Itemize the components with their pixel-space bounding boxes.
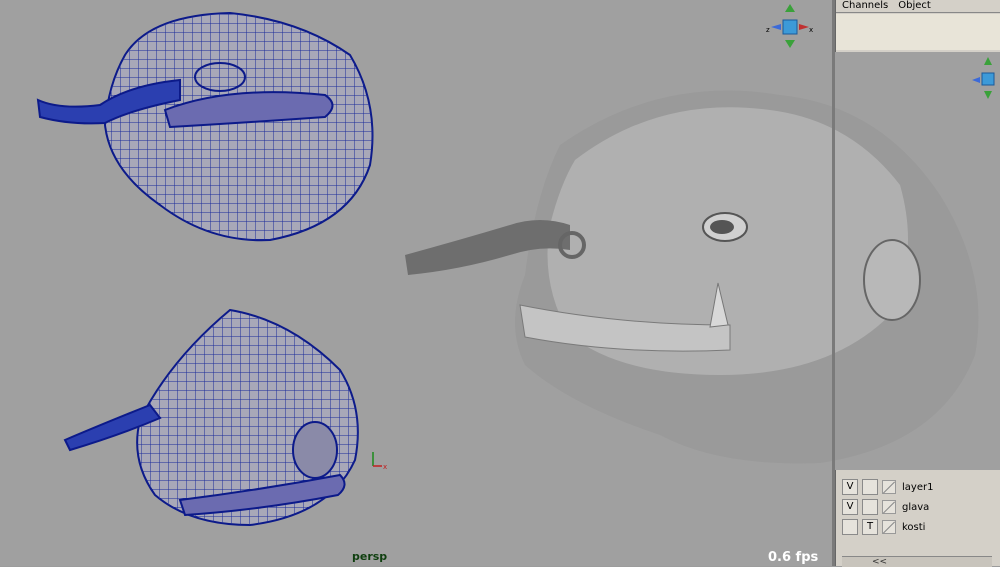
axis-gizmo-bottom: x (372, 452, 387, 471)
view-cube-icon[interactable]: z x (765, 2, 815, 52)
shaded-head-model (405, 90, 979, 464)
layer-name[interactable]: glava (902, 502, 929, 513)
channel-attributes-area (836, 14, 1000, 50)
camera-label: persp (352, 550, 388, 563)
channel-box: Channels Object (835, 0, 1000, 52)
layer-color-swatch[interactable] (882, 480, 896, 494)
layer-editor: V layer1 V glava T kosti << (835, 470, 1000, 567)
wireframe-head-top (36, 11, 374, 242)
channels-menu[interactable]: Channels (842, 0, 888, 12)
layer-template-toggle[interactable] (862, 499, 878, 515)
layer-template-toggle[interactable]: T (862, 519, 878, 535)
wireframe-head-bottom (63, 308, 359, 527)
fps-readout: 0.6 fps (768, 550, 819, 565)
layer-visibility-toggle[interactable] (842, 519, 858, 535)
layer-color-swatch[interactable] (882, 500, 896, 514)
layer-row[interactable]: T kosti (842, 518, 925, 536)
channel-box-menu: Channels Object (836, 0, 1000, 13)
view-cube-x-label: x (809, 26, 813, 34)
layer-scrollbar[interactable]: << (842, 556, 992, 567)
layer-color-swatch[interactable] (882, 520, 896, 534)
layer-row[interactable]: V layer1 (842, 478, 933, 496)
view-cube-right-icon[interactable] (970, 55, 1000, 105)
layer-name[interactable]: layer1 (902, 482, 933, 493)
view-cube-z-label: z (766, 26, 770, 34)
layer-template-toggle[interactable] (862, 479, 878, 495)
layer-visibility-toggle[interactable]: V (842, 499, 858, 515)
layer-name[interactable]: kosti (902, 522, 925, 533)
layer-visibility-toggle[interactable]: V (842, 479, 858, 495)
object-menu[interactable]: Object (898, 0, 931, 12)
layer-row[interactable]: V glava (842, 498, 929, 516)
axis-x-label: x (383, 463, 387, 471)
